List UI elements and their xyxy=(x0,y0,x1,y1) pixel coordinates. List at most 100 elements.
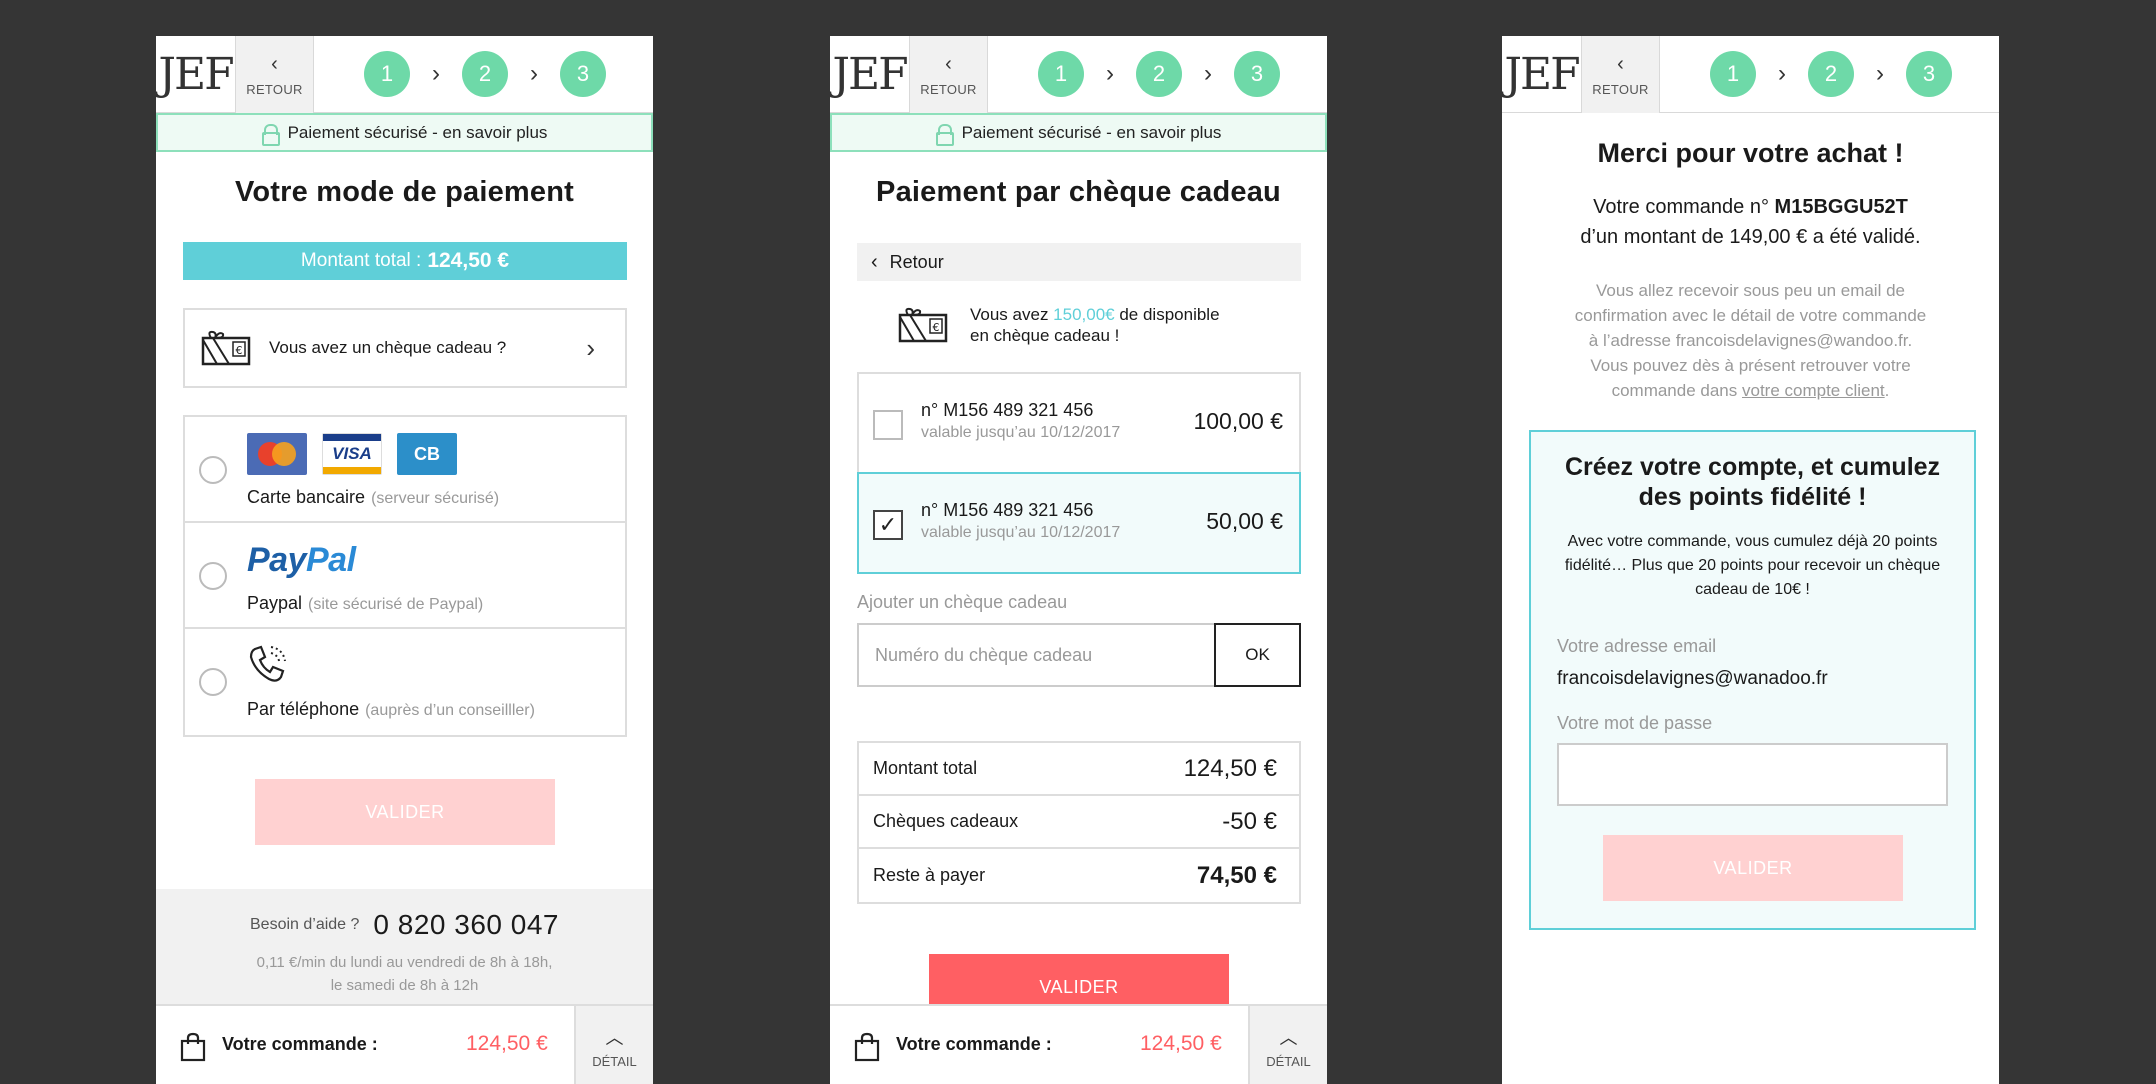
phone-radio[interactable] xyxy=(199,668,227,696)
payment-options: VISA CB Carte bancaire (serveur sécurisé)… xyxy=(183,415,627,737)
visa-icon: VISA xyxy=(322,433,382,475)
gift-card-number: n° M156 489 321 456 xyxy=(921,500,1094,520)
chevron-left-icon: ‹ xyxy=(945,53,952,75)
gift-card-number-input[interactable] xyxy=(857,623,1216,687)
summary-row: Reste à payer 74,50 € xyxy=(859,849,1299,902)
summary-row: Montant total 124,50 € xyxy=(859,743,1299,796)
help-phone-number[interactable]: 0 820 360 047 xyxy=(373,909,559,941)
step-2[interactable]: 2 xyxy=(462,51,508,97)
step-separator-icon: › xyxy=(1204,60,1212,87)
paypal-radio[interactable] xyxy=(199,562,227,590)
payment-summary: Montant total 124,50 € Chèques cadeaux -… xyxy=(857,741,1301,904)
step-3[interactable]: 3 xyxy=(1906,51,1952,97)
gift-card-checkbox[interactable]: ✓ xyxy=(873,510,903,540)
chevron-left-icon: ‹ xyxy=(871,250,878,273)
paypal-logo: PayPal xyxy=(247,541,356,579)
shopping-bag-icon xyxy=(180,1032,206,1062)
password-field[interactable] xyxy=(1557,743,1948,806)
payment-option-card[interactable]: VISA CB Carte bancaire (serveur sécurisé) xyxy=(185,417,625,523)
gift-card-validity: valable jusqu’au 10/12/2017 xyxy=(921,524,1121,541)
step-separator-icon: › xyxy=(432,60,440,87)
svg-text:€: € xyxy=(933,321,940,334)
chevron-left-icon: ‹ xyxy=(1617,53,1624,75)
back-label: RETOUR xyxy=(1592,82,1649,97)
gift-card-item[interactable]: n° M156 489 321 456 valable jusqu’au 10/… xyxy=(857,372,1301,474)
step-separator-icon: › xyxy=(1778,60,1786,87)
back-label: RETOUR xyxy=(246,82,303,97)
back-button[interactable]: ‹ RETOUR xyxy=(909,36,988,113)
step-2[interactable]: 2 xyxy=(1136,51,1182,97)
step-1[interactable]: 1 xyxy=(1038,51,1084,97)
total-amount-bar: Montant total : 124,50 € xyxy=(183,242,627,280)
confirmation-screen: JEF ‹ RETOUR 1 › 2 › 3 Merci pour votre … xyxy=(1502,36,1999,1084)
retour-label: Retour xyxy=(889,251,944,272)
password-label: Votre mot de passe xyxy=(1557,713,1713,733)
card-radio[interactable] xyxy=(199,456,227,484)
jef-logo: JEF xyxy=(832,49,908,100)
gift-card-balance: € Vous avez 150,00€ de disponible en chè… xyxy=(898,304,1220,346)
step-1[interactable]: 1 xyxy=(364,51,410,97)
gift-card-number: n° M156 489 321 456 xyxy=(921,400,1094,420)
chevron-up-icon: ︿ xyxy=(605,1028,624,1048)
page-title: Votre mode de paiement xyxy=(234,176,575,208)
gift-card-option[interactable]: € Vous avez un chèque cadeau ? › xyxy=(183,308,627,388)
order-footer: Votre commande : 124,50 € ︿ DÉTAIL xyxy=(156,1004,653,1084)
customer-account-link[interactable]: votre compte client xyxy=(1742,381,1885,400)
back-button[interactable]: ‹ RETOUR xyxy=(235,36,314,113)
step-separator-icon: › xyxy=(530,60,538,87)
payment-option-paypal[interactable]: PayPal Paypal (site sécurisé de Paypal) xyxy=(185,523,625,629)
gift-card-question: Vous avez un chèque cadeau ? xyxy=(269,338,507,357)
order-label: Votre commande : xyxy=(896,1034,1052,1054)
order-number-line: Votre commande n° M15BGGU52T xyxy=(1593,196,1908,218)
back-label: RETOUR xyxy=(920,82,977,97)
confirmation-text: Vous allez recevoir sous peu un email de… xyxy=(1574,281,1927,400)
validate-button[interactable]: VALIDER xyxy=(1603,835,1903,901)
page-title: Merci pour votre achat ! xyxy=(1597,138,1904,168)
order-label: Votre commande : xyxy=(222,1034,378,1054)
order-footer: Votre commande : 124,50 € ︿ DÉTAIL xyxy=(830,1004,1327,1084)
back-button[interactable]: ‹ RETOUR xyxy=(1581,36,1660,113)
jef-logo: JEF xyxy=(158,49,234,100)
checkout-header: JEF ‹ RETOUR 1 › 2 › 3 xyxy=(156,36,653,113)
email-value: francoisdelavignes@wanadoo.fr xyxy=(1557,668,1828,689)
detail-label: DÉTAIL xyxy=(1266,1054,1311,1069)
gift-card-amount: 50,00 € xyxy=(1206,508,1283,534)
retour-link[interactable]: ‹ Retour xyxy=(857,243,1301,281)
detail-button[interactable]: ︿ DÉTAIL xyxy=(574,1006,653,1084)
detail-button[interactable]: ︿ DÉTAIL xyxy=(1248,1006,1327,1084)
gift-card-icon: € xyxy=(898,307,948,343)
secure-payment-banner[interactable]: Paiement sécurisé - en savoir plus xyxy=(156,113,653,152)
add-gift-card-label: Ajouter un chèque cadeau xyxy=(857,592,1068,612)
gift-card-validity: valable jusqu’au 10/12/2017 xyxy=(921,424,1121,441)
summary-value: 124,50 € xyxy=(1183,754,1277,782)
payment-option-label: Paypal (site sécurisé de Paypal) xyxy=(247,593,484,613)
step-3[interactable]: 3 xyxy=(560,51,606,97)
checkout-steps: 1 › 2 › 3 xyxy=(1038,51,1280,97)
checkout-steps: 1 › 2 › 3 xyxy=(1710,51,1952,97)
chevron-up-icon: ︿ xyxy=(1279,1028,1298,1048)
secure-payment-text: Paiement sécurisé - en savoir plus xyxy=(287,122,548,142)
checkout-header: JEF ‹ RETOUR 1 › 2 › 3 xyxy=(830,36,1327,113)
mastercard-icon xyxy=(247,433,307,475)
gift-card-icon: € xyxy=(201,330,251,366)
step-1[interactable]: 1 xyxy=(1710,51,1756,97)
gift-card-payment-screen: JEF ‹ RETOUR 1 › 2 › 3 Paiement sécurisé… xyxy=(830,36,1327,1084)
gift-card-checkbox[interactable] xyxy=(873,410,903,440)
summary-label: Reste à payer xyxy=(873,865,986,885)
gift-card-amount: 100,00 € xyxy=(1193,408,1283,434)
checkout-header: JEF ‹ RETOUR 1 › 2 › 3 xyxy=(1502,36,1999,113)
step-2[interactable]: 2 xyxy=(1808,51,1854,97)
help-question: Besoin d’aide ? xyxy=(250,916,360,933)
email-label: Votre adresse email xyxy=(1557,636,1717,656)
payment-option-phone[interactable]: Par téléphone (auprès d’un conseilller) xyxy=(185,629,625,735)
secure-payment-banner[interactable]: Paiement sécurisé - en savoir plus xyxy=(830,113,1327,152)
chevron-left-icon: ‹ xyxy=(271,53,278,75)
step-3[interactable]: 3 xyxy=(1234,51,1280,97)
ok-button[interactable]: OK xyxy=(1214,623,1301,687)
total-value: 124,50 € xyxy=(427,249,510,272)
cb-icon: CB xyxy=(397,433,457,475)
gift-card-item[interactable]: ✓ n° M156 489 321 456 valable jusqu’au 1… xyxy=(857,472,1301,574)
page-title: Paiement par chèque cadeau xyxy=(876,176,1281,208)
validate-button[interactable]: VALIDER xyxy=(255,779,555,845)
payment-method-screen: JEF ‹ RETOUR 1 › 2 › 3 Paiement sécurisé… xyxy=(156,36,653,1084)
